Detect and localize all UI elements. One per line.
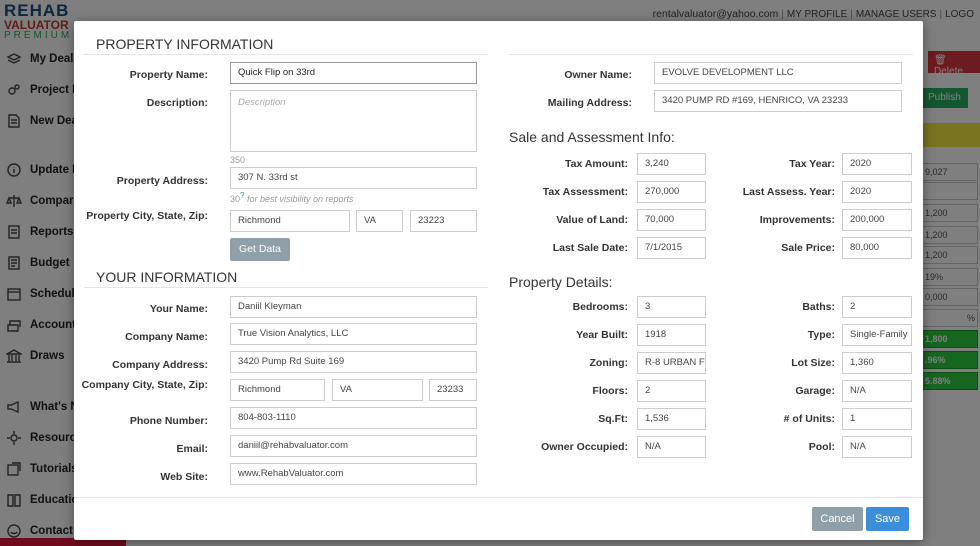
bedrooms-input[interactable]: 3 (637, 296, 706, 318)
floors-input[interactable]: 2 (637, 380, 706, 402)
baths-input[interactable]: 2 (842, 296, 912, 318)
your-name-input[interactable]: Daniil Kleyman (230, 296, 477, 318)
tax-assessment-input[interactable]: 270,000 (637, 181, 706, 203)
property-info-title: PROPERTY INFORMATION (96, 36, 274, 52)
description-counter: 350 (230, 155, 246, 165)
last-assess-year-label: Last Assess. Year: (742, 186, 835, 198)
assessment-title: Sale and Assessment Info: (509, 129, 675, 145)
help-icon[interactable]: ? (240, 191, 244, 200)
company-state-input[interactable]: VA (332, 379, 423, 401)
property-name-input[interactable]: Quick Flip on 33rd (230, 62, 477, 84)
units-input[interactable]: 1 (842, 408, 912, 430)
pool-label: Pool: (808, 441, 835, 453)
phone-label: Phone Number: (129, 415, 208, 427)
cancel-button[interactable]: Cancel (812, 507, 863, 531)
owner-name-label: Owner Name: (564, 69, 632, 81)
divider (509, 54, 913, 55)
last-sale-date-input[interactable]: 7/1/2015 (637, 237, 706, 259)
tax-amount-label: Tax Amount: (565, 158, 628, 170)
phone-input[interactable]: 804-803-1110 (230, 407, 477, 429)
property-state-input[interactable]: VA (356, 210, 403, 232)
year-built-input[interactable]: 1918 (637, 324, 706, 346)
sale-price-label: Sale Price: (781, 242, 835, 254)
units-label: # of Units: (783, 413, 835, 425)
mailing-address-input[interactable]: 3420 PUMP RD #169, HENRICO, VA 23233 (654, 90, 902, 112)
website-label: Web Site: (160, 471, 208, 483)
property-city-input[interactable]: Richmond (230, 210, 350, 232)
email-input[interactable]: daniil@rehabvaluator.com (230, 435, 477, 457)
improvements-input[interactable]: 200,000 (842, 209, 912, 231)
pool-input[interactable]: N/A (842, 436, 912, 458)
type-input[interactable]: Single-Family (842, 324, 912, 346)
company-city-input[interactable]: Richmond (230, 379, 325, 401)
year-built-label: Year Built: (576, 329, 628, 341)
email-label: Email: (176, 443, 208, 455)
bedrooms-label: Bedrooms: (572, 301, 628, 313)
zoning-input[interactable]: R-8 URBAN F (637, 352, 706, 374)
tax-year-input[interactable]: 2020 (842, 153, 912, 175)
description-label: Description: (146, 97, 208, 109)
divider (84, 287, 488, 288)
property-city-state-zip-label: Property City, State, Zip: (86, 210, 208, 222)
last-sale-date-label: Last Sale Date: (552, 242, 628, 254)
property-name-label: Property Name: (129, 69, 208, 81)
land-value-label: Value of Land: (556, 214, 628, 226)
tax-amount-input[interactable]: 3,240 (637, 153, 706, 175)
property-address-label: Property Address: (116, 175, 208, 187)
address-counter: 30 (230, 194, 241, 204)
lot-size-input[interactable]: 1,360 (842, 352, 912, 374)
improvements-label: Improvements: (759, 214, 835, 226)
company-zip-input[interactable]: 23233 (429, 379, 477, 401)
your-name-label: Your Name: (149, 303, 208, 315)
save-button[interactable]: Save (866, 507, 909, 531)
divider (84, 54, 488, 55)
owner-name-input[interactable]: EVOLVE DEVELOPMENT LLC (654, 62, 902, 84)
company-name-label: Company Name: (125, 331, 208, 343)
address-hint-text: for best visibility on reports (246, 194, 354, 204)
sqft-input[interactable]: 1,536 (637, 408, 706, 430)
last-assess-year-input[interactable]: 2020 (842, 181, 912, 203)
tax-assessment-label: Tax Assessment: (542, 186, 628, 198)
floors-label: Floors: (592, 385, 628, 397)
company-name-input[interactable]: True Vision Analytics, LLC (230, 323, 477, 345)
owner-occupied-input[interactable]: N/A (637, 436, 706, 458)
address-hint: 30? for best visibility on reports (230, 191, 354, 204)
description-textarea[interactable]: Description (230, 90, 477, 152)
get-data-button[interactable]: Get Data (230, 238, 290, 261)
lot-size-label: Lot Size: (791, 357, 835, 369)
owner-occupied-label: Owner Occupied: (541, 441, 628, 453)
website-input[interactable]: www.RehabValuator.com (230, 463, 477, 485)
mailing-address-label: Mailing Address: (547, 97, 632, 109)
property-details-title: Property Details: (509, 274, 613, 290)
company-city-state-zip-label: Company City, State, Zip: (81, 379, 208, 391)
property-info-modal: PROPERTY INFORMATION Property Name: Quic… (74, 21, 923, 540)
property-zip-input[interactable]: 23223 (410, 210, 477, 232)
sale-price-input[interactable]: 80,000 (842, 237, 912, 259)
garage-input[interactable]: N/A (842, 380, 912, 402)
baths-label: Baths: (802, 301, 835, 313)
sqft-label: Sq.Ft: (598, 413, 628, 425)
type-label: Type: (807, 329, 835, 341)
zoning-label: Zoning: (589, 357, 628, 369)
land-value-input[interactable]: 70,000 (637, 209, 706, 231)
footer-divider (74, 497, 923, 498)
company-address-input[interactable]: 3420 Pump Rd Suite 169 (230, 351, 477, 373)
your-info-title: YOUR INFORMATION (96, 269, 238, 285)
property-address-input[interactable]: 307 N. 33rd st (230, 167, 477, 189)
tax-year-label: Tax Year: (789, 158, 835, 170)
garage-label: Garage: (795, 385, 835, 397)
company-address-label: Company Address: (112, 359, 208, 371)
